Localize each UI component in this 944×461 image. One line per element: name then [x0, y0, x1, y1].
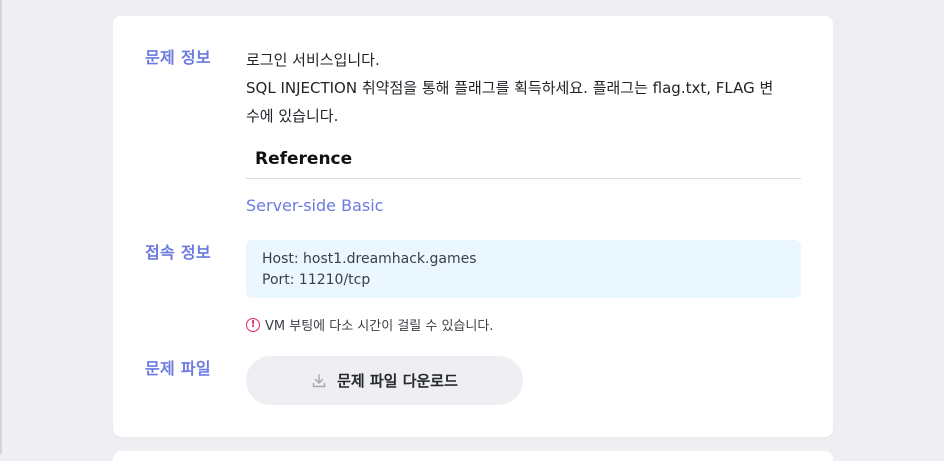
vm-boot-notice: ! VM 부팅에 다소 시간이 걸릴 수 있습니다. [246, 315, 493, 334]
download-icon [311, 373, 327, 389]
download-button-label: 문제 파일 다운로드 [337, 372, 458, 390]
notice-text: VM 부팅에 다소 시간이 걸릴 수 있습니다. [265, 319, 494, 334]
exclamation-circle-icon: ! [246, 317, 260, 332]
section-label-info: 문제 정보 [145, 48, 211, 67]
reference-divider [246, 178, 801, 179]
connection-host[interactable]: Host: host1.dreamhack.games [262, 249, 785, 270]
download-file-button[interactable]: 문제 파일 다운로드 [246, 356, 523, 405]
challenge-description: 로그인 서비스입니다. SQL INJECTION 취약점을 통해 플래그를 획… [246, 46, 806, 130]
section-label-connection: 접속 정보 [145, 243, 211, 262]
connection-port[interactable]: Port: 11210/tcp [262, 270, 785, 291]
reference-heading: Reference [255, 149, 353, 169]
section-label-file: 문제 파일 [145, 359, 211, 378]
reference-link[interactable]: Server-side Basic [246, 196, 383, 215]
description-line: 로그인 서비스입니다. [246, 51, 380, 69]
page-left-edge [0, 0, 2, 454]
connection-info-box: Host: host1.dreamhack.games Port: 11210/… [246, 240, 801, 298]
description-line: SQL INJECTION 취약점을 통해 플래그를 획득하세요. 플래그는 f… [246, 79, 774, 97]
next-card-edge [113, 451, 833, 461]
challenge-info-card: 문제 정보 로그인 서비스입니다. SQL INJECTION 취약점을 통해 … [113, 16, 833, 437]
description-line: 수에 있습니다. [246, 107, 339, 125]
